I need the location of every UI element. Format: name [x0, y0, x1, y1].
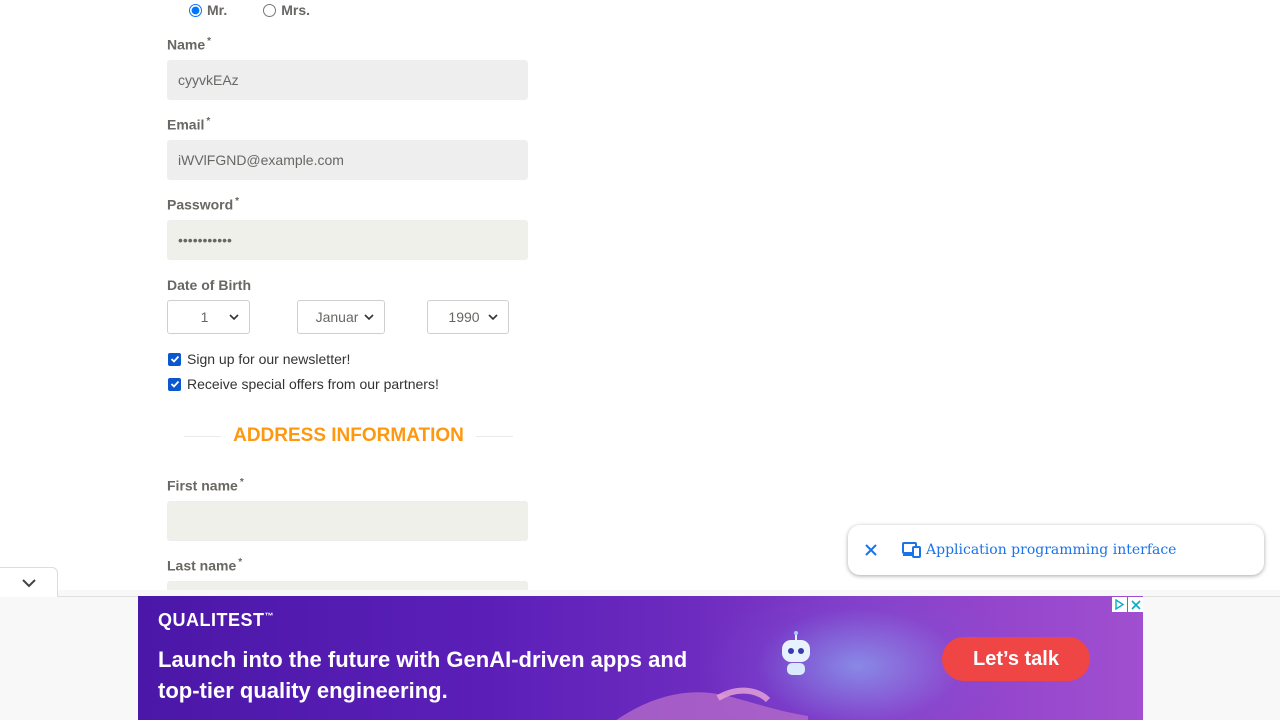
last-name-label-text: Last name	[167, 557, 237, 574]
advertisement-banner[interactable]: QUALITEST™ Launch into the future with G…	[138, 596, 1143, 720]
password-field[interactable]: •••••••••••	[167, 220, 528, 260]
ad-cta-button[interactable]: Let’s talk	[942, 637, 1090, 681]
dob-year-value: 1990	[448, 309, 480, 325]
name-label-text: Name	[167, 36, 206, 53]
name-field[interactable]: cyyvkEAz	[167, 60, 528, 100]
password-label: Password *	[167, 196, 239, 213]
trademark-mark: ™	[264, 611, 274, 621]
tooltip-link[interactable]: Application programming interface	[926, 542, 1176, 558]
address-section-title: ADDRESS INFORMATION	[184, 424, 513, 448]
name-label: Name *	[167, 36, 211, 53]
radio-mrs[interactable]: Mrs.	[261, 0, 310, 19]
email-field-value: iWVlFGND@example.com	[178, 152, 344, 168]
ad-close-icon[interactable]	[1128, 597, 1143, 612]
address-section-title-text: ADDRESS INFORMATION	[233, 425, 464, 446]
ad-headline: Launch into the future with GenAI-driven…	[158, 647, 688, 703]
required-mark: *	[238, 557, 243, 568]
chevron-down-icon	[364, 314, 374, 321]
last-name-label: Last name *	[167, 557, 242, 574]
dob-year-select[interactable]: 1990	[427, 300, 509, 334]
required-mark: *	[206, 116, 211, 127]
chevron-down-icon	[229, 314, 239, 321]
first-name-field[interactable]	[167, 501, 528, 541]
first-name-label: First name *	[167, 477, 244, 494]
required-mark: *	[239, 477, 244, 488]
dob-month-select[interactable]: Januar	[297, 300, 385, 334]
divider	[475, 435, 513, 437]
special-offers-checkbox[interactable]: Receive special offers from our partners…	[167, 376, 439, 392]
checkbox-checked-icon[interactable]	[168, 377, 181, 391]
required-mark: *	[207, 36, 212, 47]
name-field-value: cyyvkEAz	[178, 72, 239, 88]
email-field[interactable]: iWVlFGND@example.com	[167, 140, 528, 180]
devices-icon	[902, 541, 922, 559]
adchoices-icon[interactable]	[1112, 597, 1127, 612]
divider	[184, 435, 222, 437]
first-name-label-text: First name	[167, 477, 238, 494]
password-field-value: •••••••••••	[178, 232, 232, 248]
dob-month-value: Januar	[315, 309, 359, 325]
newsletter-label: Sign up for our newsletter!	[187, 351, 351, 367]
radio-mrs-input[interactable]	[263, 4, 277, 17]
title-radio-group: Mr. Mrs.	[187, 0, 344, 24]
radio-mr[interactable]: Mr.	[187, 0, 227, 19]
definition-tooltip: Application programming interface	[848, 525, 1264, 575]
robot-icon	[782, 631, 810, 675]
required-mark: *	[235, 196, 240, 207]
ad-brand: QUALITEST™	[158, 610, 274, 631]
email-label-text: Email	[167, 116, 205, 133]
newsletter-checkbox[interactable]: Sign up for our newsletter!	[167, 351, 350, 367]
radio-mr-input[interactable]	[189, 4, 202, 17]
radio-mr-label: Mr.	[207, 2, 228, 18]
close-icon[interactable]	[862, 541, 880, 559]
chevron-down-icon	[21, 578, 36, 587]
checkbox-checked-icon[interactable]	[168, 352, 181, 366]
dob-day-select[interactable]: 1	[167, 300, 250, 334]
email-label: Email *	[167, 116, 210, 133]
special-offers-label: Receive special offers from our partners…	[187, 376, 439, 392]
ad-collapse-button[interactable]	[0, 567, 58, 597]
dob-label: Date of Birth	[167, 277, 251, 293]
password-label-text: Password	[167, 196, 234, 213]
chevron-down-icon	[488, 314, 498, 321]
dob-day-value: 1	[200, 309, 209, 325]
radio-mrs-label: Mrs.	[281, 2, 311, 18]
ad-brand-text: QUALITEST	[158, 610, 265, 630]
